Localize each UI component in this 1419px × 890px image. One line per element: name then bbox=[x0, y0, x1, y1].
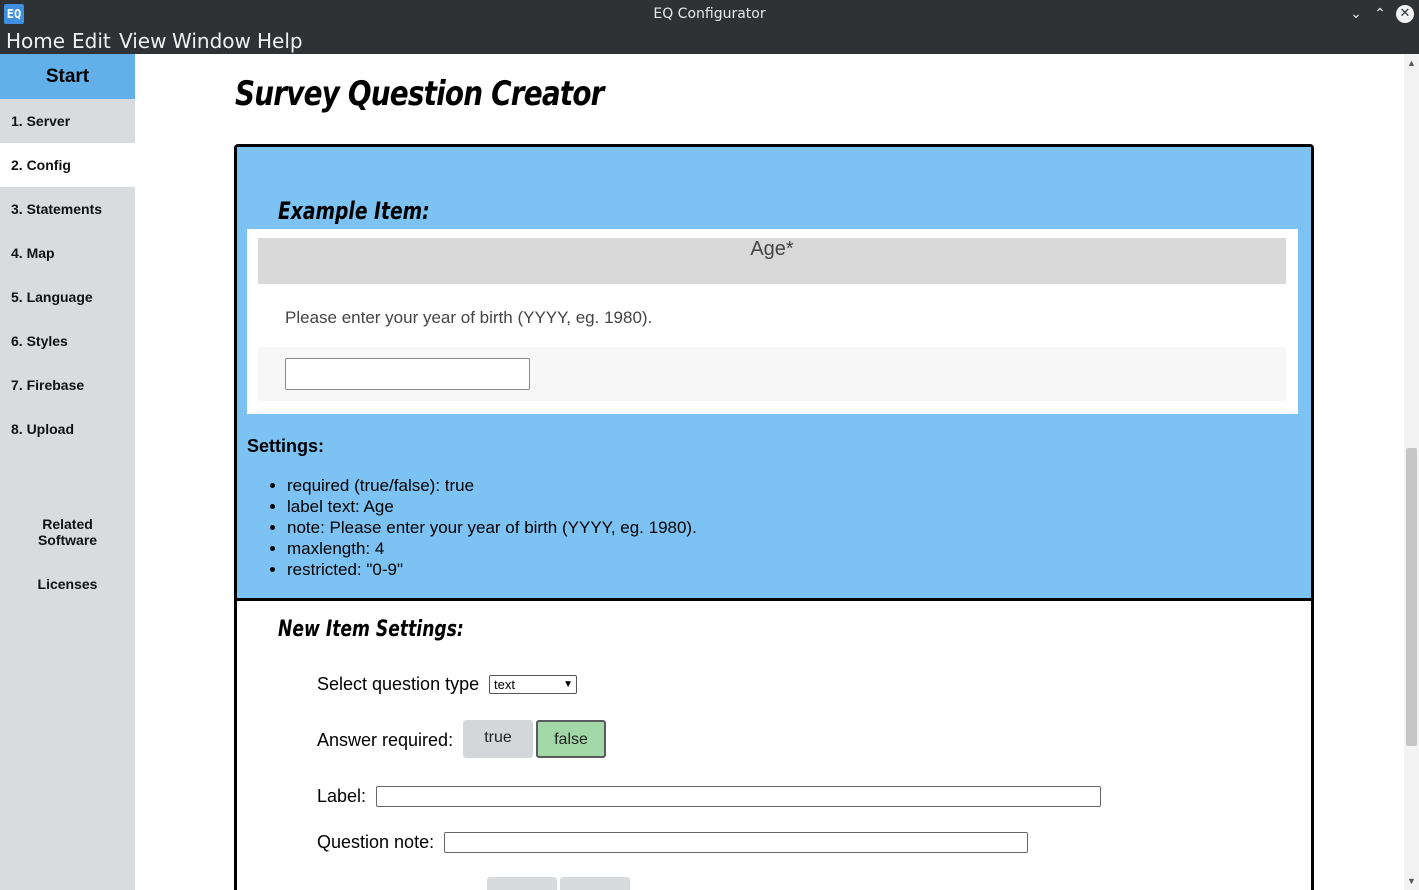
window-title: EQ Configurator bbox=[653, 6, 766, 22]
main-content: Survey Question Creator Example Item: Ag… bbox=[135, 54, 1404, 890]
new-item-title: New Item Settings: bbox=[278, 617, 464, 642]
sidebar-item-server[interactable]: 1. Server bbox=[0, 99, 135, 143]
question-panel: Example Item: Age* Please enter your yea… bbox=[234, 144, 1314, 890]
answer-required-label: Answer required: bbox=[317, 730, 454, 750]
related-line-2: Software bbox=[37, 532, 98, 548]
setting-required: required (true/false): true bbox=[287, 475, 697, 496]
vertical-scrollbar[interactable]: ▲ ▼ bbox=[1404, 54, 1419, 890]
question-note-label: Question note: bbox=[317, 832, 435, 852]
example-section: Example Item: Age* Please enter your yea… bbox=[237, 147, 1311, 601]
sidebar-item-firebase[interactable]: 7. Firebase bbox=[0, 363, 135, 407]
label-field-label: Label: bbox=[317, 786, 367, 806]
related-line-1: Related bbox=[42, 516, 93, 532]
partial-button-right[interactable] bbox=[560, 877, 630, 890]
scroll-down-icon[interactable]: ▼ bbox=[1407, 876, 1416, 886]
example-card: Age* Please enter your year of birth (YY… bbox=[247, 229, 1298, 414]
sidebar-item-statements[interactable]: 3. Statements bbox=[0, 187, 135, 231]
menu-home[interactable]: Home bbox=[6, 29, 65, 53]
example-question-note: Please enter your year of birth (YYYY, e… bbox=[285, 308, 653, 327]
settings-list: required (true/false): true label text: … bbox=[287, 475, 697, 580]
sidebar-item-map[interactable]: 4. Map bbox=[0, 231, 135, 275]
sidebar-item-language[interactable]: 5. Language bbox=[0, 275, 135, 319]
question-note-field[interactable] bbox=[444, 832, 1028, 853]
example-answer-input[interactable] bbox=[285, 358, 530, 390]
sidebar-start[interactable]: Start bbox=[0, 54, 135, 99]
question-type-label: Select question type bbox=[317, 674, 480, 694]
example-input-row bbox=[258, 347, 1286, 401]
required-true-button[interactable]: true bbox=[463, 720, 533, 758]
example-title: Example Item: bbox=[278, 197, 430, 225]
required-false-button[interactable]: false bbox=[536, 720, 606, 758]
sidebar-item-config[interactable]: 2. Config bbox=[0, 143, 135, 187]
sidebar: Start 1. Server 2. Config 3. Statements … bbox=[0, 54, 135, 890]
setting-maxlength: maxlength: 4 bbox=[287, 538, 697, 559]
label-field[interactable] bbox=[376, 786, 1101, 807]
setting-restricted: restricted: "0-9" bbox=[287, 559, 697, 580]
settings-title: Settings: bbox=[247, 436, 325, 456]
sidebar-related-software[interactable]: Related Software bbox=[0, 516, 135, 548]
menu-view[interactable]: View bbox=[119, 29, 166, 53]
menu-edit[interactable]: Edit bbox=[72, 29, 111, 53]
title-bar: EQ EQ Configurator ⌄ ⌃ ✕ bbox=[0, 0, 1419, 28]
setting-note: note: Please enter your year of birth (Y… bbox=[287, 517, 697, 538]
maximize-icon[interactable]: ⌃ bbox=[1371, 5, 1389, 23]
sidebar-item-upload[interactable]: 8. Upload bbox=[0, 407, 135, 451]
menu-bar: Home Edit View Window Help bbox=[0, 28, 1419, 54]
question-type-value: text bbox=[494, 677, 515, 692]
close-icon[interactable]: ✕ bbox=[1396, 5, 1414, 23]
minimize-icon[interactable]: ⌄ bbox=[1347, 5, 1365, 23]
menu-window[interactable]: Window bbox=[172, 29, 251, 53]
partial-button-left[interactable] bbox=[487, 877, 557, 890]
setting-label-text: label text: Age bbox=[287, 496, 697, 517]
sidebar-item-styles[interactable]: 6. Styles bbox=[0, 319, 135, 363]
example-question-label: Age* bbox=[258, 238, 1286, 284]
scroll-up-icon[interactable]: ▲ bbox=[1407, 58, 1416, 68]
menu-help[interactable]: Help bbox=[257, 29, 303, 53]
question-type-select[interactable]: text ▼ bbox=[489, 675, 577, 694]
sidebar-licenses[interactable]: Licenses bbox=[0, 576, 135, 592]
page-title: Survey Question Creator bbox=[235, 74, 604, 114]
scrollbar-thumb[interactable] bbox=[1406, 448, 1417, 746]
chevron-down-icon: ▼ bbox=[563, 679, 573, 690]
